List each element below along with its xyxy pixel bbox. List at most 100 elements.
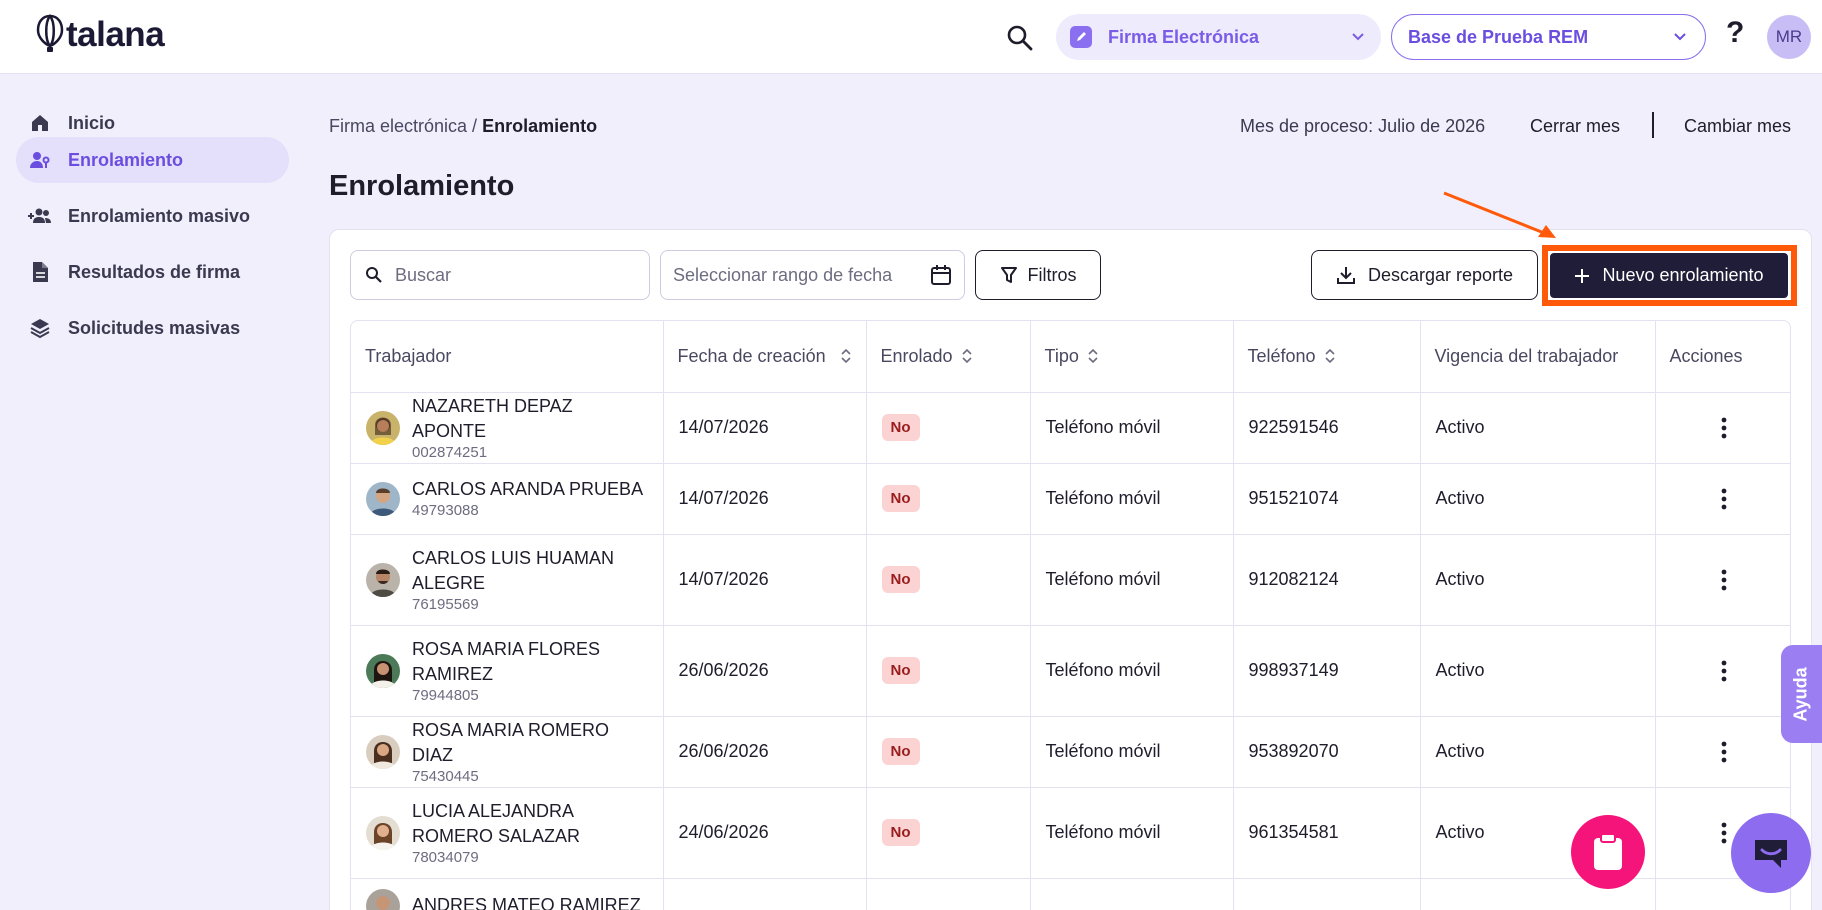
sort-icon[interactable] [1324,347,1336,365]
chevron-down-icon [1352,33,1364,41]
table-row[interactable]: ROSA MARIA ROMERO DIAZ 75430445 26/06/202… [351,716,1790,788]
new-enrollment-button[interactable]: Nuevo enrolamiento [1550,253,1788,298]
column-header[interactable]: Fecha de creación [663,321,867,393]
sort-icon[interactable] [840,347,852,365]
table-row[interactable]: ANDRES MATEO RAMIREZ [351,878,1790,910]
table-row[interactable]: CARLOS LUIS HUAMAN ALEGRE 76195569 14/07/… [351,534,1790,626]
worker-name: CARLOS ARANDA PRUEBA [412,479,644,499]
worker-name: CARLOS LUIS HUAMAN ALEGRE [412,547,615,593]
sidebar: Inicio Enrolamiento Enrolamiento masivo … [0,75,305,910]
column-header-label: Enrolado [880,345,953,366]
more-actions-icon[interactable] [1671,417,1778,439]
home-icon [28,111,52,135]
plus-icon [1575,268,1590,283]
close-month-link[interactable]: Cerrar mes [1530,116,1620,137]
top-bar: talana Firma Electrónica Base de Prueba … [0,0,1822,74]
date-range-input[interactable] [673,264,930,286]
column-header-label: Trabajador [365,345,452,366]
enrolled-badge: No [881,485,920,512]
search-icon [366,267,382,283]
calendar-icon[interactable] [930,264,952,286]
column-header: Trabajador [351,321,664,393]
talana-logo[interactable]: talana [36,14,165,54]
worker-avatar [366,410,400,445]
company-select[interactable]: Base de Prueba REM [1391,14,1706,60]
enrolled-badge: No [881,819,920,846]
table-row[interactable]: CARLOS ARANDA PRUEBA 49793088 14/07/2026 … [351,463,1790,535]
search-input[interactable] [395,264,635,286]
breadcrumb-separator: / [467,116,483,136]
column-header: Vigencia del trabajador [1420,321,1656,393]
download-report-button[interactable]: Descargar reporte [1311,250,1538,300]
change-month-link[interactable]: Cambiar mes [1684,116,1791,137]
user-avatar[interactable]: MR [1767,15,1811,59]
column-header-label: Teléfono [1247,345,1316,366]
worker-id: 75430445 [412,767,479,785]
type-cell: Teléfono móvil [1030,787,1234,879]
sidebar-item-resultados-de-firma[interactable]: Resultados de firma [16,249,289,295]
column-header: Acciones [1655,321,1790,393]
worker-avatar [366,734,400,769]
sidebar-item-enrolamiento[interactable]: Enrolamiento [16,137,289,183]
column-header[interactable]: Enrolado [866,321,1031,393]
sort-icon[interactable] [1087,347,1099,365]
page-title: Enrolamiento [329,170,515,202]
breadcrumb-current: Enrolamiento [482,116,598,136]
sort-icon[interactable] [961,347,973,365]
phone-cell: 998937149 [1233,625,1421,717]
creation-date: 26/06/2026 [663,716,867,788]
status-cell: Activo [1420,716,1656,788]
more-actions-icon[interactable] [1671,488,1778,510]
type-cell: Teléfono móvil [1030,625,1234,717]
more-actions-icon[interactable] [1671,660,1778,682]
worker-avatar [366,481,400,516]
download-icon [1336,267,1355,284]
divider [1652,112,1654,138]
column-header[interactable]: Teléfono [1233,321,1421,393]
brand-name: talana [66,15,165,54]
table-row[interactable]: ROSA MARIA FLORES RAMIREZ 79944805 26/06/… [351,625,1790,717]
phone-cell: 912082124 [1233,534,1421,626]
phone-cell: 951521074 [1233,463,1421,535]
sidebar-item-solicitudes-masivas[interactable]: Solicitudes masivas [16,305,289,351]
creation-date: 14/07/2026 [663,463,867,535]
sidebar-item-enrolamiento-masivo[interactable]: Enrolamiento masivo [16,193,289,239]
module-select[interactable]: Firma Electrónica [1056,14,1381,60]
clipboard-button[interactable] [1571,815,1645,889]
filter-icon [1000,267,1017,283]
worker-name: ROSA MARIA FLORES RAMIREZ [412,638,601,684]
enrollment-table: Trabajador Fecha de creación Enrolado Ti… [350,320,1791,910]
phone-cell: 953892070 [1233,716,1421,788]
column-header-label: Acciones [1669,345,1743,366]
sidebar-item-label: Solicitudes masivas [68,317,241,338]
sidebar-item-label: Resultados de firma [68,261,241,282]
chat-icon [1755,840,1787,868]
breadcrumb-parent[interactable]: Firma electrónica [329,116,467,136]
enrolled-badge: No [881,738,920,765]
more-actions-icon[interactable] [1671,741,1778,763]
worker-avatar [366,815,400,850]
worker-avatar [366,562,400,597]
enrolled-badge: No [881,414,920,441]
table-row[interactable]: NAZARETH DEPAZ APONTE 002874251 14/07/202… [351,392,1790,464]
help-tab[interactable]: Ayuda [1781,645,1822,743]
clipboard-icon [1594,833,1622,870]
signature-icon [1070,26,1092,48]
enrolled-badge: No [881,657,920,684]
type-cell: Teléfono móvil [1030,392,1234,464]
worker-name: LUCIA ALEJANDRA ROMERO SALAZAR [412,800,581,846]
date-range-field[interactable] [660,250,965,300]
creation-date: 24/06/2026 [663,787,867,879]
filters-button[interactable]: Filtros [975,250,1101,300]
chat-button[interactable] [1731,813,1811,893]
search-icon[interactable] [1004,22,1036,54]
column-header-label: Vigencia del trabajador [1434,345,1619,366]
column-header[interactable]: Tipo [1030,321,1234,393]
column-header-label: Fecha de creación [677,345,826,366]
new-enrollment-label: Nuevo enrolamiento [1602,265,1764,285]
more-actions-icon[interactable] [1671,569,1778,591]
search-input-box[interactable] [350,250,650,300]
annotation-arrow [1443,191,1556,238]
process-period: Mes de proceso: Julio de 2026 [1240,116,1486,136]
help-icon[interactable]: ? [1726,16,1744,50]
